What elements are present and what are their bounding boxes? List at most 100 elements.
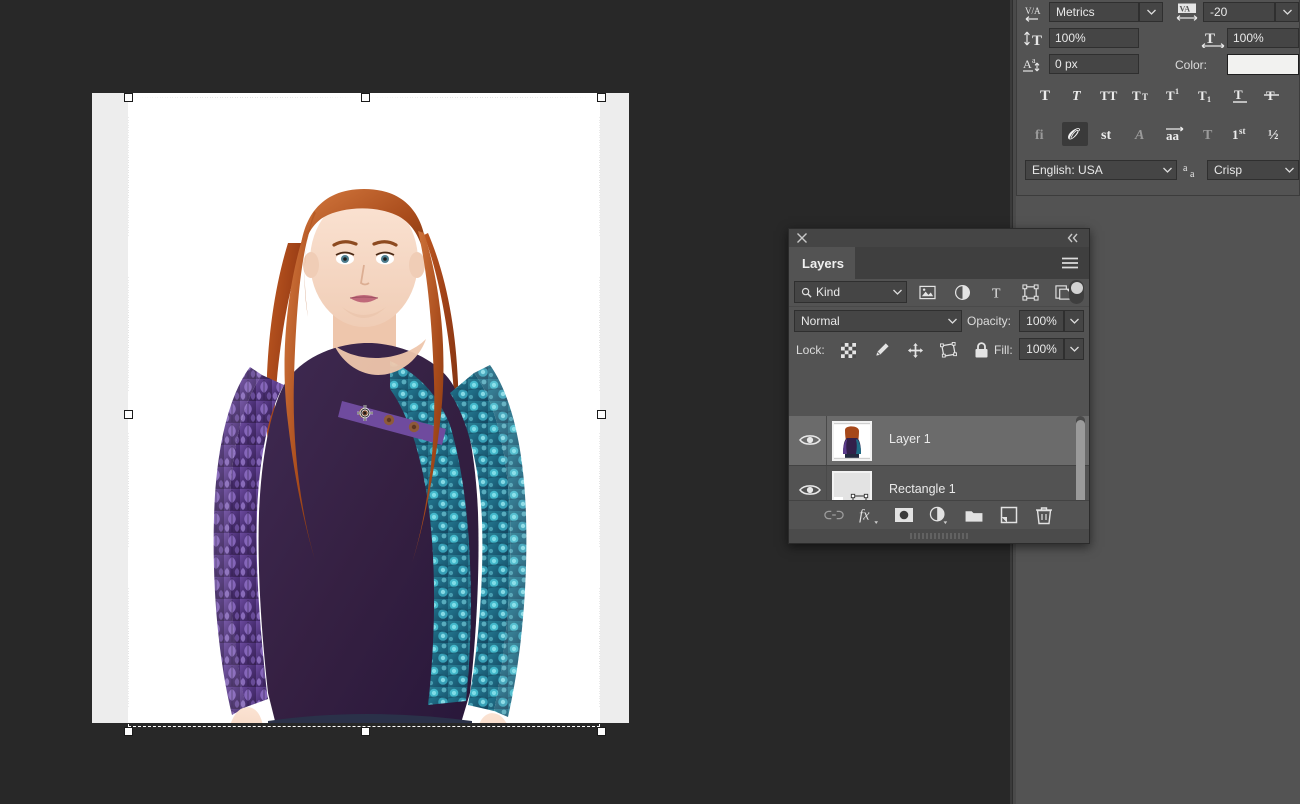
character-panel: V/A Metrics VA -20 T 100% T 100% A a 0 p… — [1016, 0, 1300, 196]
layer-name[interactable]: Layer 1 — [889, 432, 931, 446]
svg-text:aa: aa — [1166, 128, 1180, 143]
svg-text:1: 1 — [1232, 127, 1239, 142]
svg-text:T: T — [1234, 87, 1243, 102]
blend-mode-value: Normal — [801, 314, 840, 328]
ordinals-button[interactable]: 1st — [1230, 122, 1256, 146]
filter-enable-toggle[interactable] — [1069, 280, 1084, 304]
subscript-button[interactable]: T1 — [1194, 83, 1220, 107]
lock-transparent-pixels-icon[interactable] — [835, 339, 861, 361]
anti-aliasing-icon: a a — [1183, 162, 1203, 180]
kerning-dropdown-arrow[interactable] — [1139, 2, 1163, 22]
link-layers-icon[interactable] — [822, 503, 846, 527]
transform-handle-bottom-left[interactable] — [124, 727, 133, 736]
svg-text:T: T — [1072, 89, 1082, 104]
baseline-shift-value: 0 px — [1055, 57, 1078, 71]
svg-text:1: 1 — [1207, 95, 1211, 104]
layer-row-layer-1[interactable]: Layer 1 — [789, 416, 1089, 466]
layer-filter-kind-select[interactable]: Kind — [794, 281, 907, 303]
adjustment-layer-filter-icon[interactable] — [949, 281, 975, 303]
fill-field[interactable]: 100% — [1019, 338, 1064, 360]
opacity-value: 100% — [1026, 314, 1057, 328]
shape-layer-filter-icon[interactable] — [1017, 281, 1043, 303]
kerning-select[interactable]: Metrics — [1049, 2, 1139, 22]
small-caps-button[interactable]: TT — [1130, 83, 1156, 107]
layer-thumbnail[interactable] — [832, 421, 872, 461]
standard-ligatures-button[interactable]: fi — [1029, 122, 1055, 146]
oldstyle-button[interactable]: aa — [1163, 122, 1189, 146]
lock-image-pixels-icon[interactable] — [869, 339, 895, 361]
add-layer-mask-icon[interactable] — [892, 503, 916, 527]
type-layer-filter-icon[interactable]: T — [984, 281, 1010, 303]
opacity-field[interactable]: 100% — [1019, 310, 1064, 332]
svg-text:VA: VA — [1180, 5, 1191, 14]
color-label: Color: — [1175, 58, 1208, 72]
fractions-button[interactable]: ½ — [1263, 122, 1289, 146]
opacity-dropdown-arrow[interactable] — [1064, 310, 1084, 332]
layer-visibility-toggle[interactable] — [799, 433, 821, 449]
baseline-shift-field[interactable]: 0 px — [1049, 54, 1139, 74]
vertical-scale-value: 100% — [1055, 31, 1086, 45]
new-layer-icon[interactable] — [997, 503, 1021, 527]
svg-text:TT: TT — [1100, 88, 1118, 103]
layer-filter-kind-label: Kind — [816, 285, 841, 299]
swash-button[interactable]: A — [1129, 122, 1155, 146]
svg-text:fi: fi — [1035, 128, 1044, 143]
opacity-label: Opacity: — [967, 314, 1012, 328]
strikethrough-button[interactable]: T — [1259, 83, 1285, 107]
pixel-layer-filter-icon[interactable] — [914, 281, 940, 303]
tracking-dropdown-arrow[interactable] — [1275, 2, 1299, 22]
svg-text:st: st — [1239, 126, 1246, 136]
lock-all-icon[interactable] — [968, 339, 994, 361]
superscript-button[interactable]: T1 — [1162, 83, 1188, 107]
faux-italic-button[interactable]: T — [1065, 83, 1091, 107]
tracking-select[interactable]: -20 — [1203, 2, 1275, 22]
blend-mode-select[interactable]: Normal — [794, 310, 962, 332]
svg-text:a: a — [1183, 163, 1188, 174]
layers-panel-footer: fx — [789, 500, 1089, 529]
chevron-down-icon — [1285, 167, 1294, 173]
kerning-icon: V/A — [1024, 4, 1046, 22]
svg-text:A: A — [1134, 128, 1144, 143]
svg-text:T: T — [991, 286, 1000, 300]
tab-layers-label: Layers — [802, 255, 844, 271]
layer-style-fx-icon[interactable]: fx — [857, 503, 881, 527]
chevron-down-icon — [893, 289, 902, 295]
collapse-panel-icon[interactable] — [1066, 232, 1080, 244]
antialias-select[interactable]: Crisp — [1207, 160, 1299, 180]
contextual-alternates-button[interactable]: 𝒪 — [1062, 122, 1089, 146]
panel-menu-icon[interactable] — [1062, 257, 1078, 269]
baseline-shift-icon: A a — [1023, 55, 1047, 74]
delete-layer-icon[interactable] — [1032, 503, 1056, 527]
transform-handle-bottom-center[interactable] — [361, 727, 370, 736]
tab-layers[interactable]: Layers — [789, 247, 855, 279]
titling-alternates-button[interactable]: T — [1196, 122, 1222, 146]
horizontal-scale-icon: T — [1200, 29, 1226, 48]
discretionary-ligatures-button[interactable]: st — [1096, 122, 1122, 146]
panel-resize-grip[interactable] — [789, 529, 1089, 543]
all-caps-button[interactable]: TT — [1098, 83, 1124, 107]
new-group-icon[interactable] — [962, 503, 986, 527]
transform-handle-bottom-right[interactable] — [597, 727, 606, 736]
lock-position-icon[interactable] — [902, 339, 928, 361]
language-select[interactable]: English: USA — [1025, 160, 1177, 180]
svg-text:½: ½ — [1268, 128, 1279, 143]
faux-bold-button[interactable]: T — [1033, 83, 1059, 107]
svg-text:T: T — [1205, 31, 1215, 47]
artwork-image — [128, 93, 600, 723]
new-adjustment-layer-icon[interactable] — [927, 503, 951, 527]
chevron-down-icon — [948, 318, 957, 324]
fill-dropdown-arrow[interactable] — [1064, 338, 1084, 360]
vertical-scale-field[interactable]: 100% — [1049, 28, 1139, 48]
layer-name[interactable]: Rectangle 1 — [889, 482, 956, 496]
layers-panel-titlebar[interactable] — [789, 229, 1089, 247]
underline-button[interactable]: T — [1227, 83, 1253, 107]
kerning-value: Metrics — [1056, 5, 1095, 19]
layer-visibility-toggle[interactable] — [799, 483, 821, 499]
document-canvas[interactable] — [128, 93, 600, 723]
close-icon[interactable] — [796, 232, 808, 244]
horizontal-scale-field[interactable]: 100% — [1227, 28, 1299, 48]
svg-text:T: T — [1040, 88, 1050, 104]
svg-text:T: T — [1032, 33, 1042, 48]
lock-artboard-nesting-icon[interactable] — [935, 339, 961, 361]
text-color-swatch[interactable] — [1227, 54, 1299, 75]
